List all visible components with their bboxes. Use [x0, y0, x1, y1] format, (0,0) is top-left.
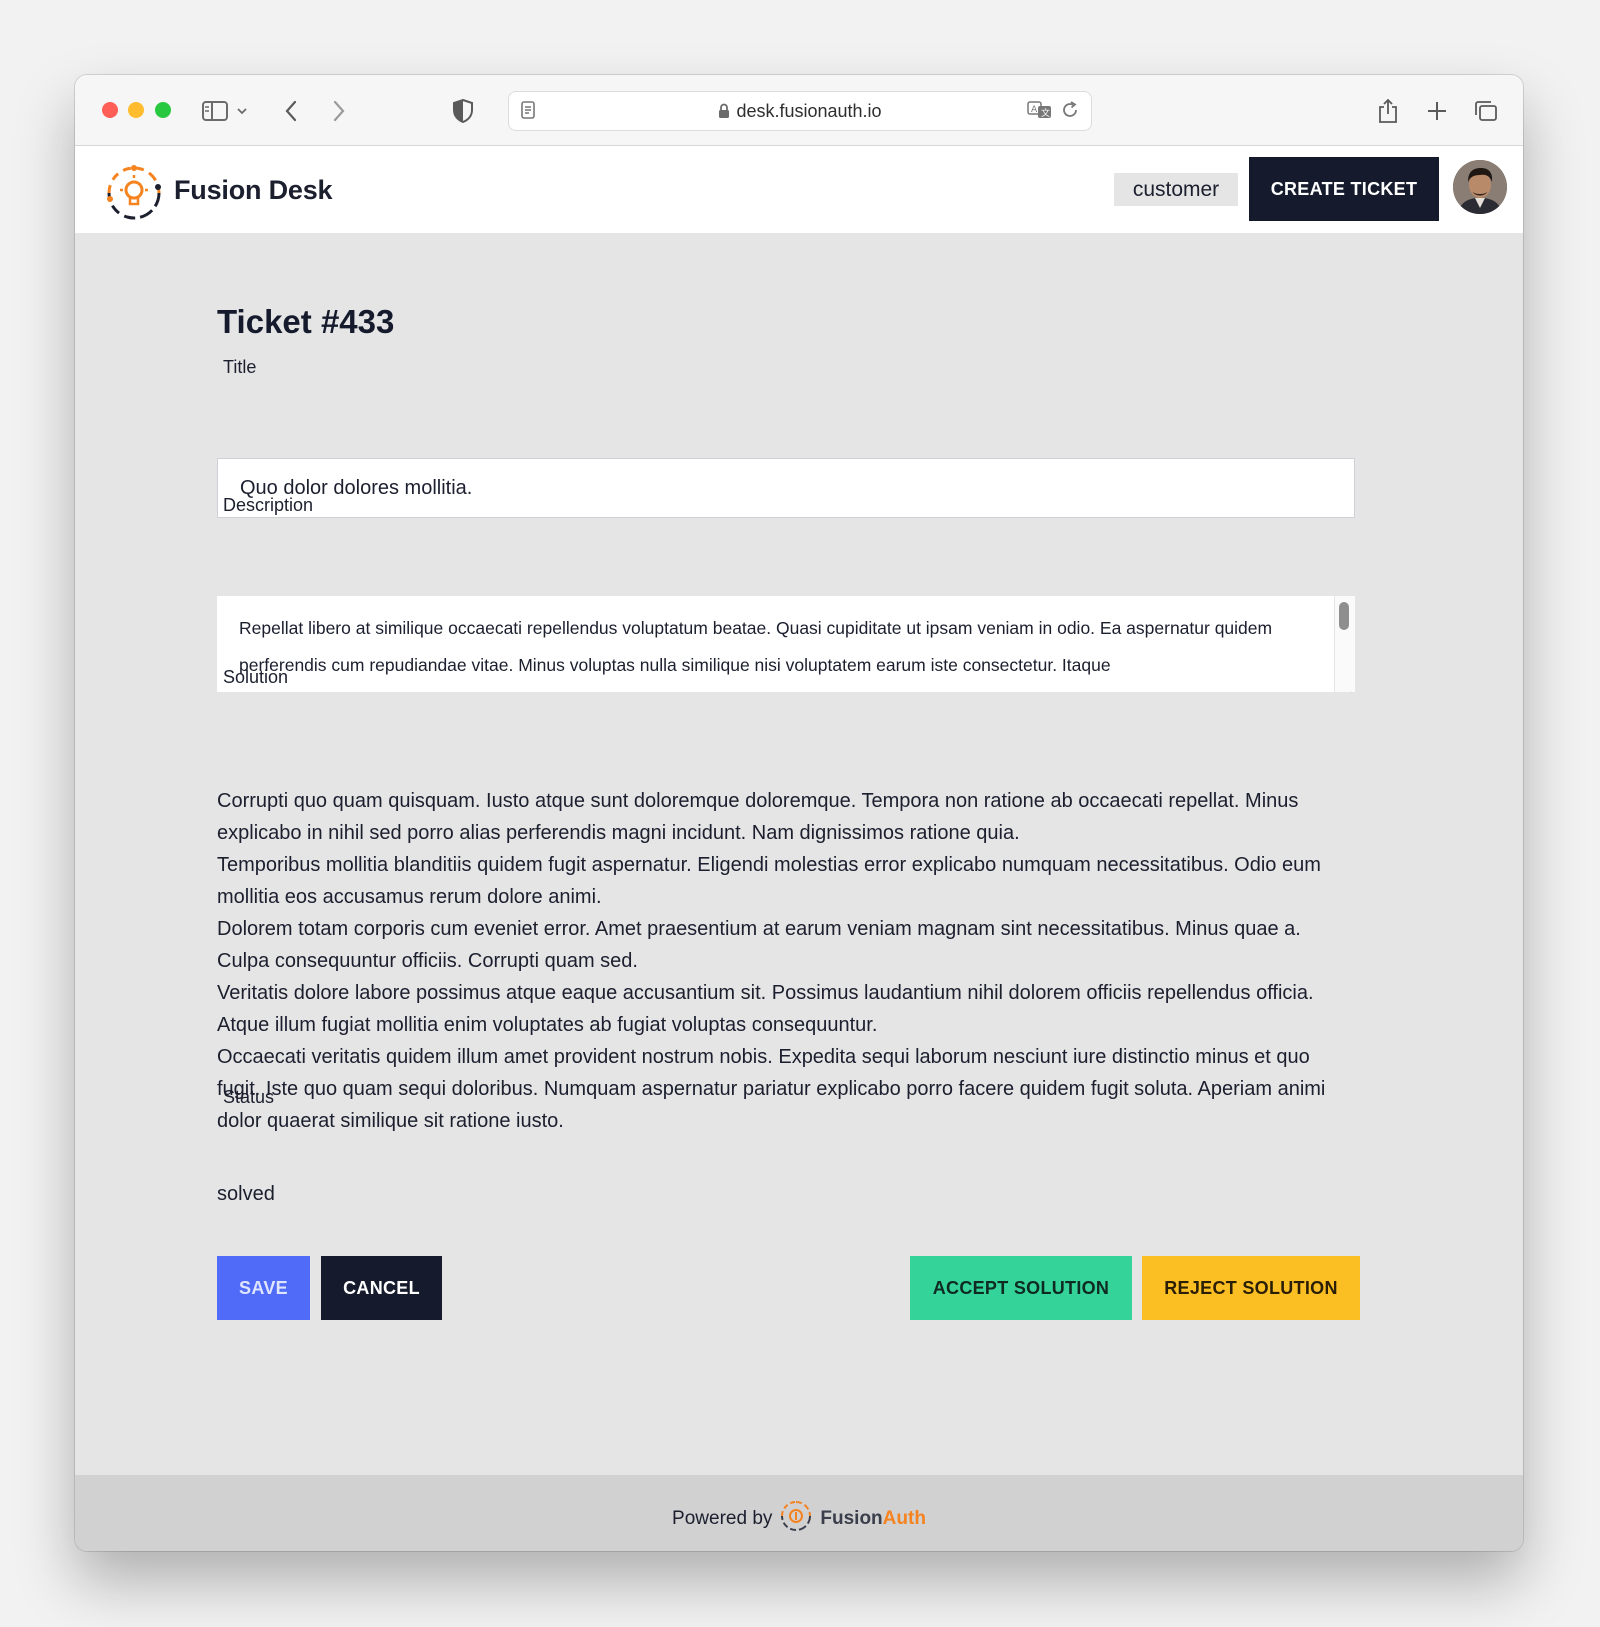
page-title: Ticket #433	[217, 303, 395, 340]
url-display: desk.fusionauth.io	[509, 101, 1091, 124]
title-label: Title	[223, 357, 257, 377]
shield-icon[interactable]	[449, 97, 477, 125]
address-bar[interactable]: desk.fusionauth.io A文	[508, 91, 1092, 131]
brand-fusion-text: Fusion	[820, 1508, 883, 1529]
new-tab-icon[interactable]	[1423, 97, 1451, 125]
accept-solution-button[interactable]: ACCEPT SOLUTION	[910, 1256, 1132, 1320]
description-textarea[interactable]: Repellat libero at similique occaecati r…	[217, 596, 1355, 692]
svg-text:文: 文	[1041, 107, 1050, 119]
solution-paragraph: Occaecati veritatis quidem illum amet pr…	[217, 1046, 1326, 1132]
lock-icon	[718, 103, 730, 124]
solution-label: Solution	[223, 667, 289, 687]
scrollbar-thumb[interactable]	[1339, 602, 1349, 630]
solution-paragraph: Dolorem totam corporis cum eveniet error…	[217, 918, 1301, 972]
browser-toolbar: desk.fusionauth.io A文	[75, 75, 1523, 146]
save-button[interactable]: SAVE	[217, 1256, 310, 1320]
powered-by-text: Powered by	[672, 1508, 773, 1529]
chevron-down-icon[interactable]	[233, 97, 251, 125]
status-value: solved	[217, 1183, 275, 1205]
sidebar-icon[interactable]	[201, 97, 229, 125]
back-icon[interactable]	[277, 97, 305, 125]
fusionauth-brand[interactable]: FusionAuth	[820, 1508, 926, 1530]
cancel-button[interactable]: CANCEL	[321, 1256, 442, 1320]
avatar[interactable]	[1453, 160, 1507, 214]
minimize-window-button[interactable]	[128, 102, 144, 118]
footer: Powered by FusionAuth	[75, 1475, 1523, 1551]
browser-window: desk.fusionauth.io A文 Fusion Desk custom…	[75, 75, 1523, 1551]
brand-name[interactable]: Fusion Desk	[174, 175, 333, 206]
role-badge: customer	[1114, 173, 1238, 206]
svg-text:A: A	[1031, 105, 1038, 115]
close-window-button[interactable]	[102, 102, 118, 118]
resize-handle-icon[interactable]	[1341, 678, 1353, 692]
description-text: Repellat libero at similique occaecati r…	[239, 618, 1273, 675]
forward-icon[interactable]	[325, 97, 353, 125]
title-input[interactable]	[217, 458, 1355, 518]
solution-text: Corrupti quo quam quisquam. Iusto atque …	[217, 785, 1337, 1137]
zoom-window-button[interactable]	[155, 102, 171, 118]
description-label: Description	[223, 495, 314, 515]
tabs-overview-icon[interactable]	[1472, 97, 1500, 125]
translate-icon[interactable]: A文	[1027, 100, 1053, 125]
fusion-desk-logo-icon[interactable]	[106, 165, 162, 226]
reject-solution-button[interactable]: REJECT SOLUTION	[1142, 1256, 1360, 1320]
brand-auth-text: Auth	[882, 1508, 926, 1529]
url-text: desk.fusionauth.io	[736, 101, 882, 121]
fusionauth-logo-icon[interactable]	[780, 1500, 812, 1538]
solution-paragraph: Corrupti quo quam quisquam. Iusto atque …	[217, 790, 1299, 844]
reload-icon[interactable]	[1061, 101, 1079, 124]
create-ticket-button[interactable]: CREATE TICKET	[1249, 157, 1439, 221]
share-icon[interactable]	[1374, 97, 1402, 125]
solution-paragraph: Veritatis dolore labore possimus atque e…	[217, 982, 1314, 1036]
solution-paragraph: Temporibus mollitia blanditiis quidem fu…	[217, 854, 1321, 908]
status-label: Status	[223, 1087, 275, 1107]
